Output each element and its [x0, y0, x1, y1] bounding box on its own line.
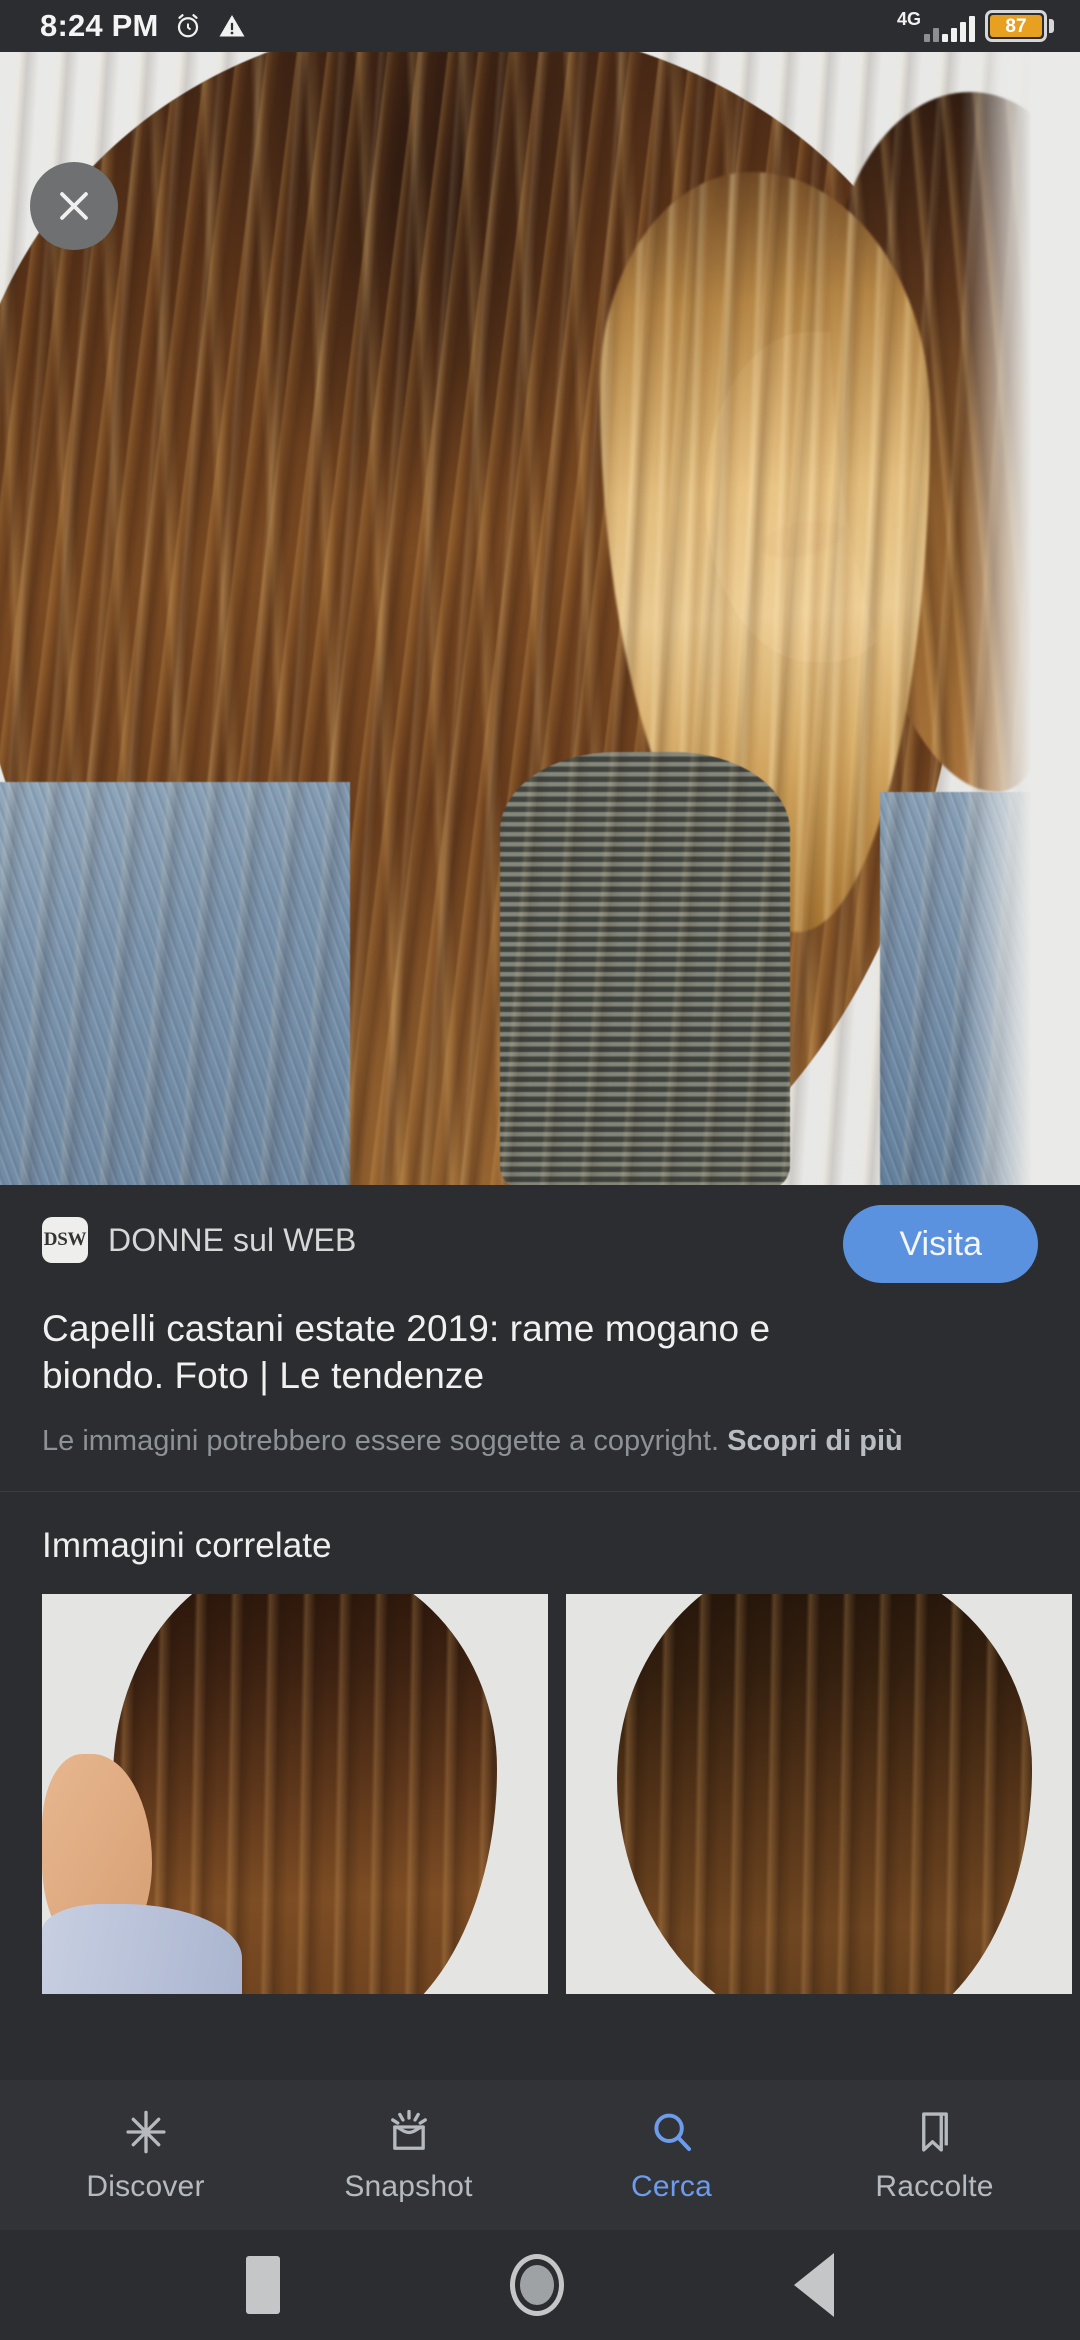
alarm-clock-icon — [173, 11, 203, 41]
battery-fill: 87 — [990, 15, 1042, 37]
back-button[interactable] — [794, 2253, 834, 2317]
bookmark-icon — [910, 2106, 960, 2158]
android-navigation-bar — [0, 2230, 1080, 2340]
recents-button[interactable] — [246, 2256, 280, 2314]
site-favicon-icon: DSW — [42, 1217, 88, 1263]
network-indicator: 4G — [896, 9, 975, 42]
related-images-heading: Immagini correlate — [42, 1525, 332, 1565]
battery-percent-label: 87 — [1005, 15, 1027, 37]
source-attribution[interactable]: DSW DONNE sul WEB — [42, 1211, 356, 1263]
nav-label-discover: Discover — [86, 2170, 205, 2203]
status-bar-left: 8:24 PM — [40, 8, 247, 44]
source-row: DSW DONNE sul WEB Visita — [42, 1205, 1038, 1283]
snapshot-lens-icon — [384, 2106, 434, 2158]
image-info-panel: DSW DONNE sul WEB Visita Capelli castani… — [0, 1185, 1080, 1491]
status-time: 8:24 PM — [40, 8, 159, 43]
phone-screen: 8:24 PM 4G 87 DSW DONNE sul WEB Visita C… — [0, 0, 1080, 2340]
battery-icon: 87 — [985, 10, 1054, 42]
copyright-notice: Le immagini potrebbero essere soggette a… — [42, 1422, 992, 1461]
copyright-learn-more-link[interactable]: Scopri di più — [727, 1425, 903, 1457]
sparkle-asterisk-icon — [121, 2106, 171, 2158]
hero-image[interactable] — [0, 52, 1080, 1185]
knit-sweater — [500, 752, 790, 1185]
denim-jacket-left — [0, 782, 350, 1185]
search-icon — [647, 2106, 697, 2158]
battery-body: 87 — [985, 10, 1047, 42]
signal-bars-icon-secondary — [924, 12, 939, 42]
nav-label-raccolte: Raccolte — [875, 2170, 994, 2203]
status-bar: 8:24 PM 4G 87 — [0, 0, 1080, 52]
related-thumbnail[interactable] — [42, 1593, 548, 1994]
image-title[interactable]: Capelli castani estate 2019: rame mogano… — [42, 1305, 802, 1400]
status-bar-right: 4G 87 — [897, 10, 1054, 42]
battery-cap — [1049, 19, 1054, 33]
nav-item-snapshot[interactable]: Snapshot — [277, 2106, 540, 2204]
visit-button[interactable]: Visita — [843, 1205, 1038, 1283]
copyright-text: Le immagini potrebbero essere soggette a… — [42, 1424, 728, 1457]
nav-label-cerca: Cerca — [630, 2170, 713, 2203]
close-icon — [52, 184, 96, 228]
home-circle-icon — [510, 2254, 564, 2316]
close-button[interactable] — [30, 162, 118, 250]
thumb-hair — [616, 1593, 1032, 1994]
related-thumbnail-grid — [42, 1593, 1072, 1994]
recents-square-icon — [246, 2256, 280, 2314]
hero-photo-canvas — [0, 52, 1080, 1185]
nav-item-raccolte[interactable]: Raccolte — [803, 2106, 1066, 2204]
nav-item-cerca[interactable]: Cerca — [540, 2106, 803, 2204]
signal-bars-icon — [942, 12, 975, 42]
wall-background — [960, 52, 1080, 1185]
source-site-name: DONNE sul WEB — [108, 1221, 357, 1258]
home-button[interactable] — [510, 2254, 564, 2316]
warning-triangle-icon — [217, 11, 247, 41]
favicon-label: DSW — [43, 1229, 87, 1250]
bottom-navigation-bar: Discover Snapshot Cerca Raccolte — [0, 2080, 1080, 2230]
nav-label-snapshot: Snapshot — [344, 2170, 473, 2203]
back-triangle-icon — [794, 2253, 834, 2317]
nav-item-discover[interactable]: Discover — [14, 2106, 277, 2204]
network-type-label: 4G — [896, 9, 921, 29]
related-thumbnail[interactable] — [566, 1593, 1072, 1994]
